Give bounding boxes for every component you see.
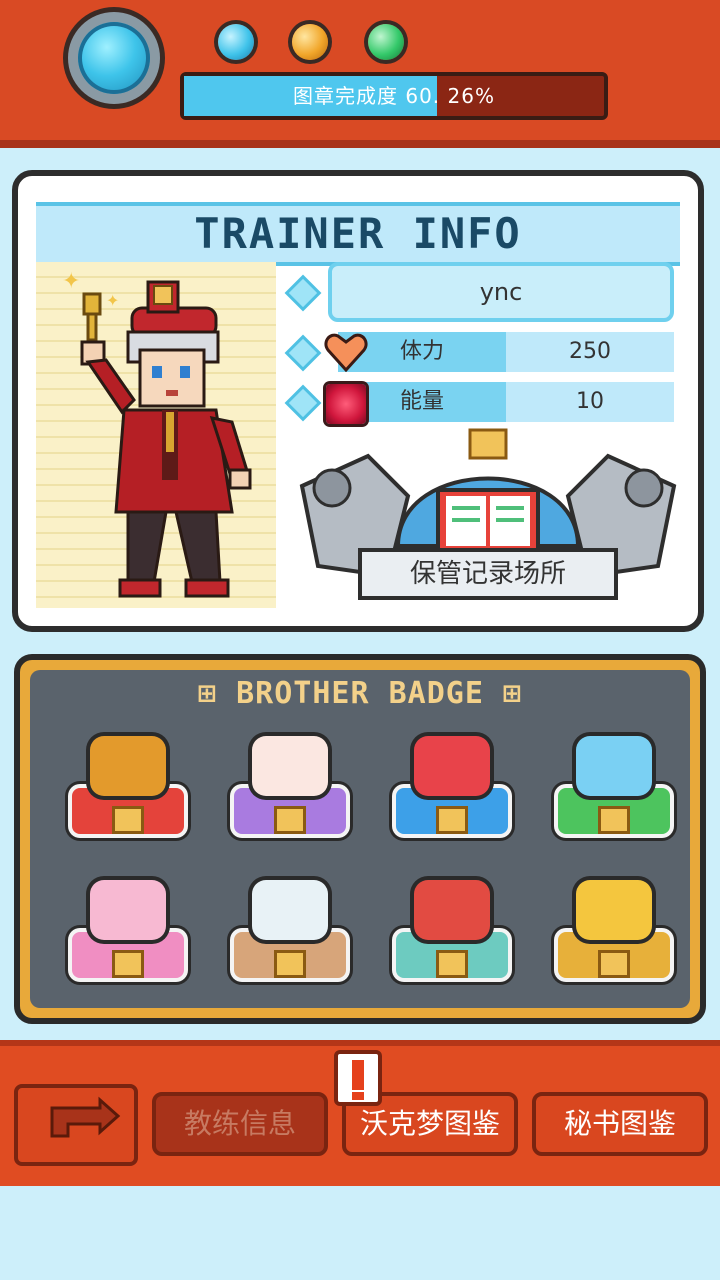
brother-badge-panel: ⊞ BROTHER BADGE ⊞ — [14, 654, 706, 1024]
cake-badge[interactable] — [230, 726, 350, 846]
tab-secretary-dex[interactable]: 秘书图鉴 — [532, 1092, 708, 1156]
top-bar: 图章完成度 60. 26% — [0, 0, 720, 148]
red-gem-icon — [326, 384, 366, 424]
trainer-sprite: ✦ ✦ — [62, 269, 252, 598]
svg-text:✦: ✦ — [572, 451, 590, 476]
chart-badge[interactable] — [230, 870, 350, 990]
blue-gem-icon — [218, 24, 254, 60]
progress-label: 图章完成度 — [293, 84, 398, 108]
energy-value: 10 — [576, 389, 604, 414]
green-gem-icon — [368, 24, 404, 60]
stamina-value: 250 — [569, 339, 611, 364]
diamond-icon — [284, 274, 322, 312]
alert-icon — [334, 1050, 382, 1106]
svg-text:✦: ✦ — [382, 451, 400, 476]
stamina-row: 体力 250 — [338, 332, 674, 372]
ship-badge[interactable] — [392, 870, 512, 990]
switch-button[interactable] — [14, 1084, 138, 1166]
stamp-progress-text: 图章完成度 60. 26% — [184, 76, 604, 116]
camera-lens-icon[interactable] — [68, 12, 160, 104]
swap-arrow-icon — [50, 1096, 121, 1138]
card-title: TRAINER INFO — [194, 209, 522, 258]
svg-text:✦: ✦ — [62, 269, 80, 294]
castle-badge[interactable] — [554, 726, 674, 846]
stamp-progress-bar: 图章完成度 60. 26% — [180, 72, 608, 120]
badge-panel-inner: ⊞ BROTHER BADGE ⊞ — [30, 670, 690, 1008]
energy-row: 能量 10 — [338, 382, 674, 422]
badge-panel-title: ⊞ BROTHER BADGE ⊞ — [197, 676, 523, 711]
diamond-icon — [284, 384, 322, 422]
svg-text:✦: ✦ — [106, 291, 119, 310]
gold-bar-badge[interactable] — [554, 870, 674, 990]
progress-value: 60. 26% — [405, 84, 495, 108]
tab-trainer-info[interactable]: 教练信息 — [152, 1092, 328, 1156]
trainer-name-field: ync — [328, 262, 674, 322]
diamond-icon — [284, 334, 322, 372]
basket-badge[interactable] — [392, 726, 512, 846]
heart-icon — [324, 333, 368, 372]
trainer-portrait: ✦ ✦ — [36, 262, 276, 608]
trainer-name: ync — [479, 278, 523, 306]
croissant-badge[interactable] — [68, 726, 188, 846]
location-label: 保管记录场所 — [409, 559, 566, 589]
location-banner: 保管记录场所 — [358, 548, 618, 600]
card-title-band: TRAINER INFO — [36, 202, 680, 266]
hotel-badge[interactable] — [68, 870, 188, 990]
trainer-info-card: TRAINER INFO ✦ ✦ ync 体力 250 能量 10 ✦ ✦ 保管… — [12, 170, 704, 632]
orange-gem-icon — [292, 24, 328, 60]
